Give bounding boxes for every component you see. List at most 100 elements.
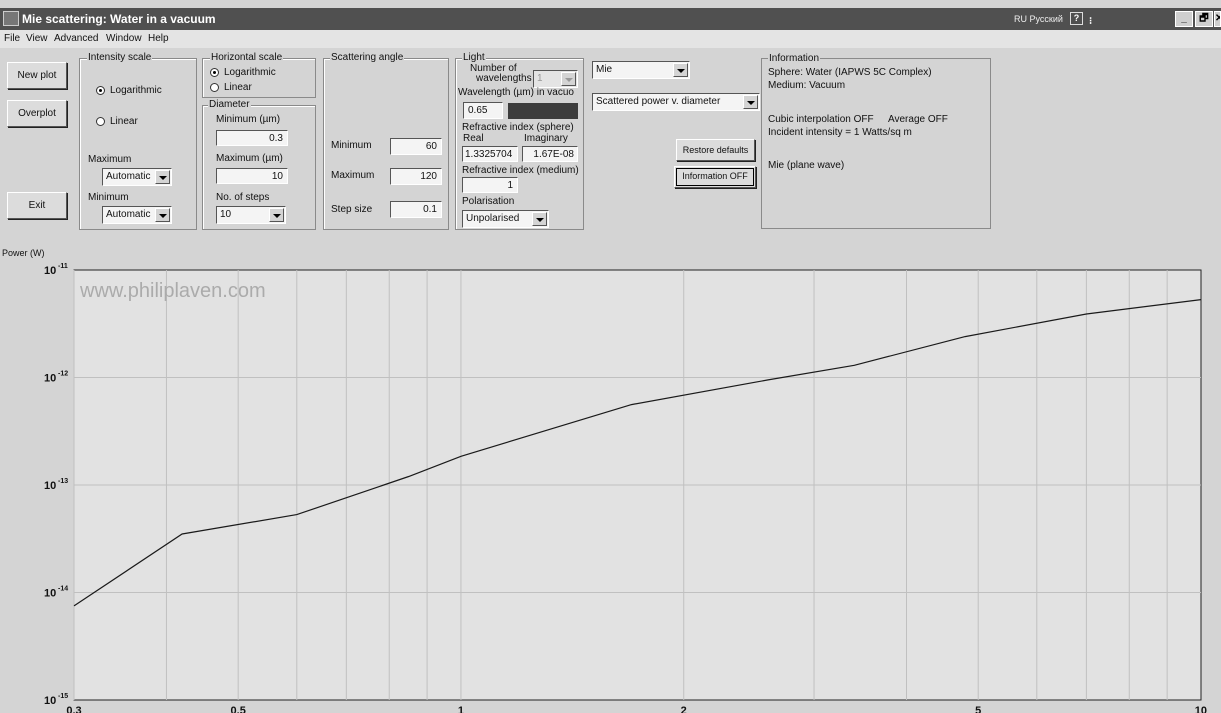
information-label: Information [768, 53, 821, 64]
num-wavelengths-value: 1 [537, 73, 543, 84]
minimize-button[interactable]: _ [1175, 11, 1193, 27]
diameter-steps-value: 10 [220, 209, 232, 220]
wavelength-color-swatch [508, 103, 578, 119]
x-tick-label: 1 [458, 705, 464, 713]
chevron-down-icon[interactable] [155, 208, 170, 222]
y-tick-exponent: -15 [58, 693, 68, 700]
intensity-scale-group [79, 58, 197, 230]
chevron-down-icon[interactable] [673, 63, 688, 77]
horizontal-linear-label[interactable]: Linear [224, 82, 252, 93]
angle-max-input[interactable]: 120 [390, 168, 442, 185]
menu-help[interactable]: Help [148, 33, 169, 44]
chevron-down-icon[interactable] [155, 170, 170, 184]
question-icon[interactable]: ? [1070, 12, 1083, 25]
close-button[interactable]: ✕ [1214, 11, 1221, 27]
wavelength-label: Wavelength (µm) in vacuo [458, 87, 574, 98]
information-off-button[interactable]: Information OFF [674, 166, 756, 188]
diameter-max-input[interactable]: 10 [216, 168, 288, 184]
wavelength-input[interactable]: 0.65 [463, 102, 503, 119]
ri-real-label: Real [463, 133, 484, 144]
x-tick-label: 2 [681, 705, 687, 713]
angle-min-label: Minimum [331, 140, 372, 151]
plot-type-value: Scattered power v. diameter [596, 96, 721, 107]
window-title: Mie scattering: Water in a vacuum [22, 12, 216, 26]
x-tick-label: 0.5 [231, 705, 246, 713]
menu-advanced[interactable]: Advanced [54, 33, 98, 44]
info-cubic: Cubic interpolation OFF [768, 114, 874, 125]
horizontal-scale-group [202, 58, 316, 98]
scattering-angle-label: Scattering angle [330, 52, 405, 63]
diameter-steps-label: No. of steps [216, 192, 270, 203]
menu-file[interactable]: File [4, 33, 20, 44]
intensity-linear-label[interactable]: Linear [110, 116, 138, 127]
title-bar: Mie scattering: Water in a vacuum RU Рус… [0, 8, 1221, 30]
intensity-maximum-select[interactable]: Automatic [102, 168, 172, 186]
y-tick-label: 10 [44, 588, 56, 600]
plot-type-select[interactable]: Scattered power v. diameter [592, 93, 760, 111]
y-axis-label: Power (W) [2, 248, 45, 258]
horizontal-log-radio[interactable] [210, 68, 219, 77]
restore-button[interactable]: 🗗 [1195, 11, 1213, 27]
mie-scattering-window: Mie scattering: Water in a vacuum RU Рус… [0, 0, 1221, 713]
restore-defaults-button[interactable]: Restore defaults [676, 139, 755, 161]
intensity-log-label[interactable]: Logarithmic [110, 85, 162, 96]
angle-max-label: Maximum [331, 170, 375, 181]
chevron-down-icon[interactable] [532, 212, 547, 226]
theory-select[interactable]: Mie [592, 61, 690, 79]
info-mie: Mie (plane wave) [768, 160, 845, 171]
horizontal-linear-radio[interactable] [210, 83, 219, 92]
chevron-down-icon [561, 72, 576, 86]
diameter-min-label: Minimum (µm) [216, 114, 281, 125]
exit-button[interactable]: Exit [7, 192, 67, 219]
diameter-steps-select[interactable]: 10 [216, 206, 286, 224]
menu-view[interactable]: View [26, 33, 48, 44]
angle-step-input[interactable]: 0.1 [390, 201, 442, 218]
ri-imaginary-input[interactable]: 1.67E-08 [522, 146, 578, 162]
x-tick-label: 10 [1195, 705, 1207, 713]
ri-real-input[interactable]: 1.3325704 [462, 146, 518, 162]
diameter-max-label: Maximum (µm) [216, 153, 283, 164]
intensity-minimum-label: Minimum [88, 192, 129, 203]
x-tick-label: 5 [975, 705, 981, 713]
info-medium: Medium: Vacuum [768, 80, 846, 91]
intensity-maximum-value: Automatic [106, 171, 151, 182]
menu-bar: File View Advanced Window Help [0, 30, 1221, 48]
ri-imaginary-label: Imaginary [524, 133, 568, 144]
menu-window[interactable]: Window [106, 33, 142, 44]
watermark-text: www.philiplaven.com [79, 280, 266, 302]
y-tick-exponent: -13 [58, 478, 68, 485]
ri-medium-input[interactable]: 1 [462, 177, 518, 193]
info-average: Average OFF [888, 114, 948, 125]
intensity-minimum-select[interactable]: Automatic [102, 206, 172, 224]
num-wavelengths-select: 1 [533, 70, 578, 88]
light-label: Light [462, 52, 486, 63]
intensity-linear-radio[interactable] [96, 117, 105, 126]
intensity-scale-label: Intensity scale [87, 52, 153, 63]
angle-min-input[interactable]: 60 [390, 138, 442, 155]
y-tick-exponent: -11 [58, 263, 68, 270]
ri-medium-label: Refractive index (medium) [462, 165, 579, 176]
x-tick-label: 0.3 [66, 705, 81, 713]
chevron-down-icon[interactable] [269, 208, 284, 222]
polarisation-select[interactable]: Unpolarised [462, 210, 549, 228]
y-tick-exponent: -14 [58, 586, 68, 593]
overplot-button[interactable]: Overplot [7, 100, 67, 127]
horizontal-log-label[interactable]: Logarithmic [224, 67, 276, 78]
language-indicator[interactable]: RU Русский [1014, 13, 1063, 25]
polarisation-label: Polarisation [462, 196, 515, 207]
y-tick-label: 10 [44, 373, 56, 385]
y-tick-label: 10 [44, 695, 56, 707]
new-plot-button[interactable]: New plot [7, 62, 67, 89]
info-incident: Incident intensity = 1 Watts/sq m [768, 127, 912, 138]
chevron-down-icon[interactable] [743, 95, 758, 109]
num-wavelengths-label-2: wavelengths [476, 73, 532, 84]
intensity-minimum-value: Automatic [106, 209, 151, 220]
y-tick-label: 10 [44, 480, 56, 492]
polarisation-value: Unpolarised [466, 213, 520, 224]
diameter-label: Diameter [208, 99, 251, 110]
angle-step-label: Step size [331, 204, 373, 215]
app-icon [3, 11, 19, 26]
intensity-log-radio[interactable] [96, 86, 105, 95]
info-sphere: Sphere: Water (IAPWS 5C Complex) [768, 67, 932, 78]
diameter-min-input[interactable]: 0.3 [216, 130, 288, 146]
